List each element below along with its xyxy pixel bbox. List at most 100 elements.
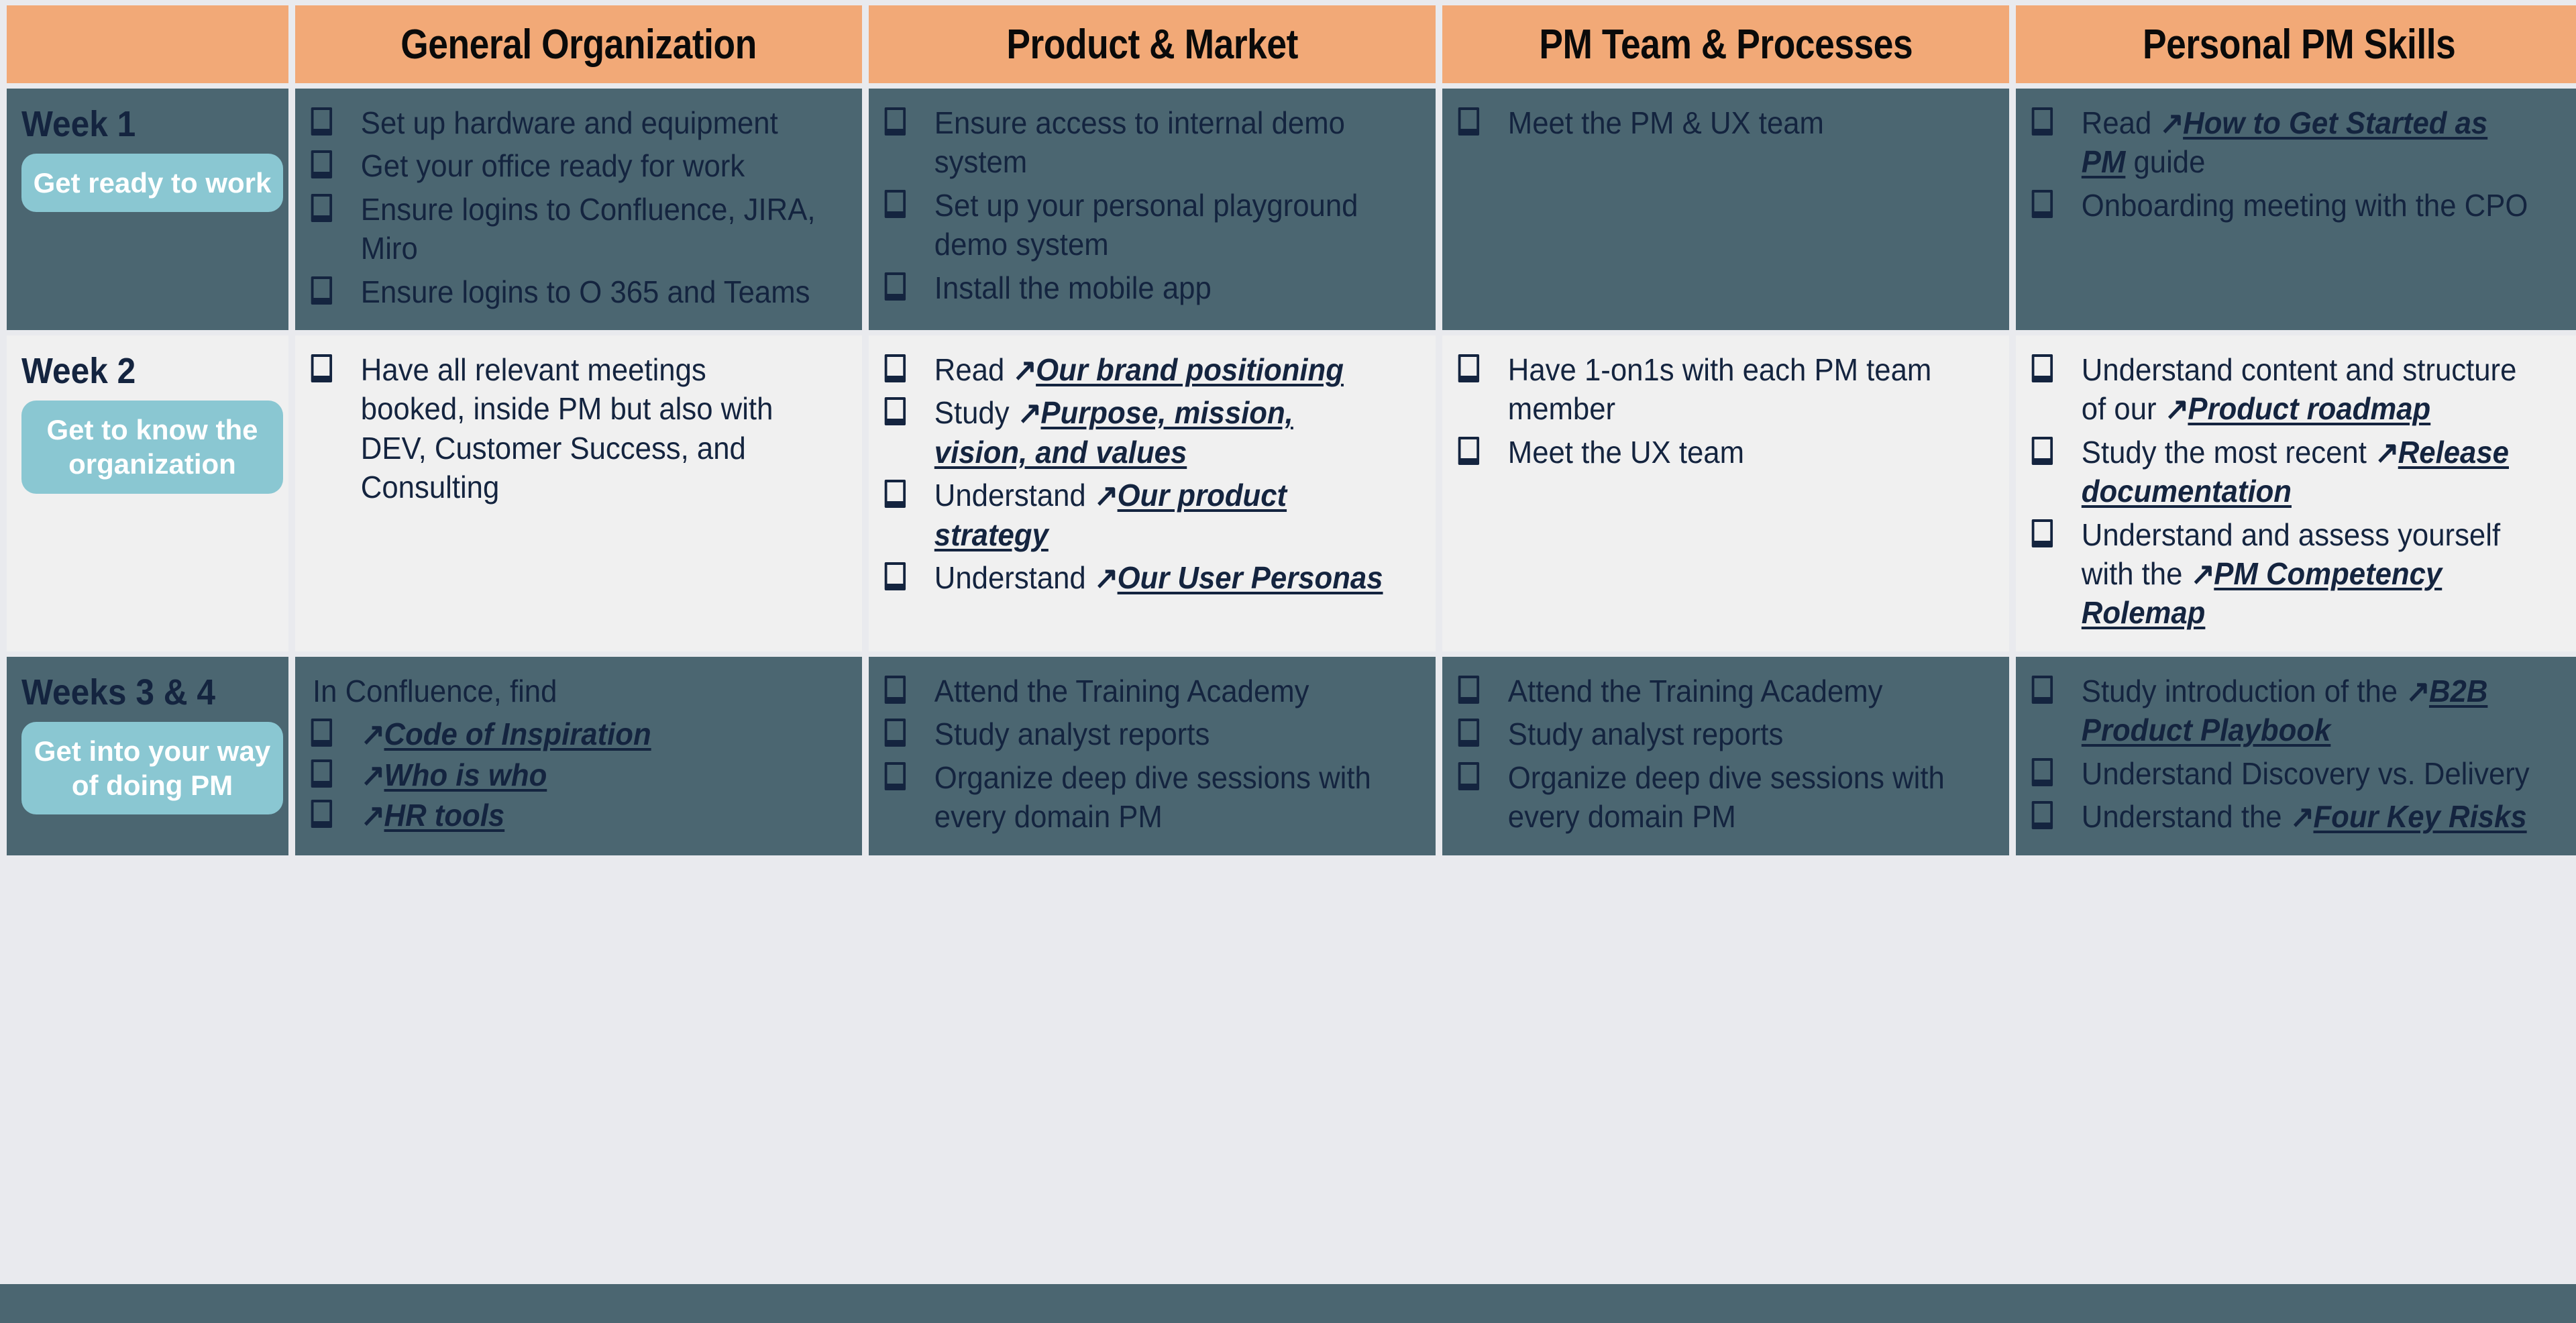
item-text: Study bbox=[934, 395, 1018, 431]
week-title: Week 2 bbox=[21, 351, 136, 392]
item-text: Get your office ready for work bbox=[360, 148, 745, 184]
checkbox-icon[interactable] bbox=[1458, 719, 1480, 747]
column-header-pm-team-processes: PM Team & Processes bbox=[1442, 5, 2009, 83]
checkbox-icon[interactable] bbox=[311, 759, 333, 788]
checklist-item[interactable]: Study introduction of the ↗B2B Product P… bbox=[2028, 672, 2538, 750]
checkbox-icon[interactable] bbox=[1458, 675, 1480, 704]
checkbox-icon[interactable] bbox=[884, 397, 906, 426]
external-link[interactable]: ↗Our User Personas bbox=[1094, 560, 1383, 595]
item-text: Onboarding meeting with the CPO bbox=[2081, 187, 2528, 223]
external-link[interactable]: ↗Four Key Risks bbox=[2290, 799, 2527, 834]
external-link[interactable]: ↗Who is who bbox=[361, 757, 547, 792]
week-header-cell: Week 2 Get to know the organization bbox=[7, 335, 288, 651]
checkbox-icon[interactable] bbox=[2031, 189, 2053, 218]
checkbox-icon[interactable] bbox=[884, 480, 906, 509]
checklist-item[interactable]: Study the most recent ↗Release documenta… bbox=[2028, 433, 2538, 511]
checklist-item[interactable]: Ensure logins to O 365 and Teams bbox=[307, 272, 818, 311]
checklist-item[interactable]: Read ↗How to Get Started as PM guide bbox=[2028, 103, 2538, 182]
external-link[interactable]: ↗Product roadmap bbox=[2165, 391, 2431, 426]
checklist-item[interactable]: Attend the Training Academy bbox=[881, 672, 1391, 710]
external-link-arrow-icon: ↗ bbox=[2159, 105, 2184, 140]
checklist-item[interactable]: Set up your personal playground demo sys… bbox=[881, 186, 1391, 264]
checkbox-icon[interactable] bbox=[311, 719, 333, 747]
checkbox-icon[interactable] bbox=[2031, 675, 2053, 704]
checkbox-icon[interactable] bbox=[884, 189, 906, 218]
item-text: Understand bbox=[934, 560, 1094, 596]
checkbox-icon[interactable] bbox=[884, 562, 906, 591]
header-corner-cell bbox=[7, 5, 288, 83]
checklist: Have all relevant meetings booked, insid… bbox=[307, 350, 845, 507]
checklist-cell: Have 1-on1s with each PM team member Meet… bbox=[1442, 335, 2009, 651]
checklist-item[interactable]: Understand and assess yourself with the … bbox=[2028, 515, 2538, 633]
item-text: guide bbox=[2125, 144, 2206, 180]
checkbox-icon[interactable] bbox=[2031, 519, 2053, 547]
checkbox-icon[interactable] bbox=[884, 675, 906, 704]
checkbox-icon[interactable] bbox=[884, 354, 906, 383]
checklist-item[interactable]: ↗Code of Inspiration bbox=[307, 715, 818, 753]
bottom-accent-bar bbox=[0, 1284, 2576, 1323]
checkbox-icon[interactable] bbox=[2031, 757, 2053, 786]
week-title: Week 1 bbox=[21, 104, 136, 144]
checkbox-icon[interactable] bbox=[2031, 107, 2053, 136]
checkbox-icon[interactable] bbox=[2031, 801, 2053, 830]
external-link[interactable]: ↗HR tools bbox=[361, 798, 504, 833]
checklist-item[interactable]: Get your office ready for work bbox=[307, 146, 818, 185]
checklist-item[interactable]: Study ↗Purpose, mission, vision, and val… bbox=[881, 393, 1391, 472]
external-link-arrow-icon: ↗ bbox=[360, 757, 386, 792]
checkbox-icon[interactable] bbox=[884, 107, 906, 136]
checklist-item[interactable]: Understand the ↗Four Key Risks bbox=[2028, 797, 2538, 836]
external-link[interactable]: ↗Our brand positioning bbox=[1012, 352, 1344, 387]
checklist: Read ↗Our brand positioning Study ↗Purpos… bbox=[881, 350, 1418, 597]
checkbox-icon[interactable] bbox=[1458, 436, 1480, 465]
checkbox-icon[interactable] bbox=[2031, 354, 2053, 383]
checkbox-icon[interactable] bbox=[1458, 354, 1480, 383]
checklist-item[interactable]: Understand ↗Our product strategy bbox=[881, 476, 1391, 554]
checklist: Read ↗How to Get Started as PM guide Onbo… bbox=[2028, 103, 2565, 225]
checkbox-icon[interactable] bbox=[1458, 761, 1480, 790]
checklist-item[interactable]: Ensure access to internal demo system bbox=[881, 103, 1391, 182]
checklist-item[interactable]: Attend the Training Academy bbox=[1454, 672, 1965, 710]
external-link-arrow-icon: ↗ bbox=[1093, 560, 1119, 596]
item-text: Have all relevant meetings booked, insid… bbox=[360, 352, 773, 505]
checklist-item[interactable]: ↗HR tools bbox=[307, 796, 818, 835]
external-link[interactable]: ↗Code of Inspiration bbox=[361, 717, 651, 751]
checklist-cell: Study introduction of the ↗B2B Product P… bbox=[2016, 656, 2576, 855]
checklist-item[interactable]: Meet the UX team bbox=[1454, 433, 1965, 472]
checklist-item[interactable]: Have 1-on1s with each PM team member bbox=[1454, 350, 1965, 429]
checkbox-icon[interactable] bbox=[311, 150, 333, 179]
checklist-item[interactable]: ↗Who is who bbox=[307, 755, 818, 794]
checklist-cell: Read ↗Our brand positioning Study ↗Purpos… bbox=[869, 335, 1436, 651]
checkbox-icon[interactable] bbox=[884, 719, 906, 747]
item-text: Install the mobile app bbox=[934, 270, 1212, 305]
item-text: Have 1-on1s with each PM team member bbox=[1507, 352, 1932, 427]
checkbox-icon[interactable] bbox=[311, 354, 333, 383]
week-header-cell: Week 1 Get ready to work bbox=[7, 89, 288, 331]
checklist-item[interactable]: Have all relevant meetings booked, insid… bbox=[307, 350, 818, 507]
external-link-arrow-icon: ↗ bbox=[2164, 391, 2190, 427]
checklist-item[interactable]: Understand ↗Our User Personas bbox=[881, 558, 1391, 597]
checkbox-icon[interactable] bbox=[2031, 436, 2053, 465]
checklist-cell: Meet the PM & UX team bbox=[1442, 89, 2009, 331]
checklist-item[interactable]: Understand content and structure of our … bbox=[2028, 350, 2538, 429]
checklist-item[interactable]: Organize deep dive sessions with every d… bbox=[1454, 758, 1965, 837]
checkbox-icon[interactable] bbox=[311, 107, 333, 136]
checkbox-icon[interactable] bbox=[884, 272, 906, 301]
checklist-item[interactable]: Set up hardware and equipment bbox=[307, 103, 818, 142]
checklist-item[interactable]: Ensure logins to Confluence, JIRA, Miro bbox=[307, 190, 818, 268]
week-row: Weeks 3 & 4 Get into your way of doing PM… bbox=[7, 656, 2576, 855]
checklist-item[interactable]: Onboarding meeting with the CPO bbox=[2028, 186, 2538, 225]
checklist-item[interactable]: Study analyst reports bbox=[1454, 715, 1965, 753]
checklist-item[interactable]: Meet the PM & UX team bbox=[1454, 103, 1965, 142]
checklist-item[interactable]: Understand Discovery vs. Delivery bbox=[2028, 754, 2538, 793]
checklist-item[interactable]: Organize deep dive sessions with every d… bbox=[881, 758, 1391, 837]
checklist-item[interactable]: Study analyst reports bbox=[881, 715, 1391, 753]
checkbox-icon[interactable] bbox=[1458, 107, 1480, 136]
checklist-item[interactable]: Read ↗Our brand positioning bbox=[881, 350, 1391, 389]
checklist-item[interactable]: Install the mobile app bbox=[881, 268, 1391, 307]
onboarding-checklist-sheet: General Organization Product & Market PM… bbox=[0, 0, 2576, 1323]
checkbox-icon[interactable] bbox=[311, 193, 333, 222]
checkbox-icon[interactable] bbox=[311, 800, 333, 829]
checkbox-icon[interactable] bbox=[311, 276, 333, 305]
checklist-cell: Read ↗How to Get Started as PM guide Onbo… bbox=[2016, 89, 2576, 331]
checkbox-icon[interactable] bbox=[884, 761, 906, 790]
